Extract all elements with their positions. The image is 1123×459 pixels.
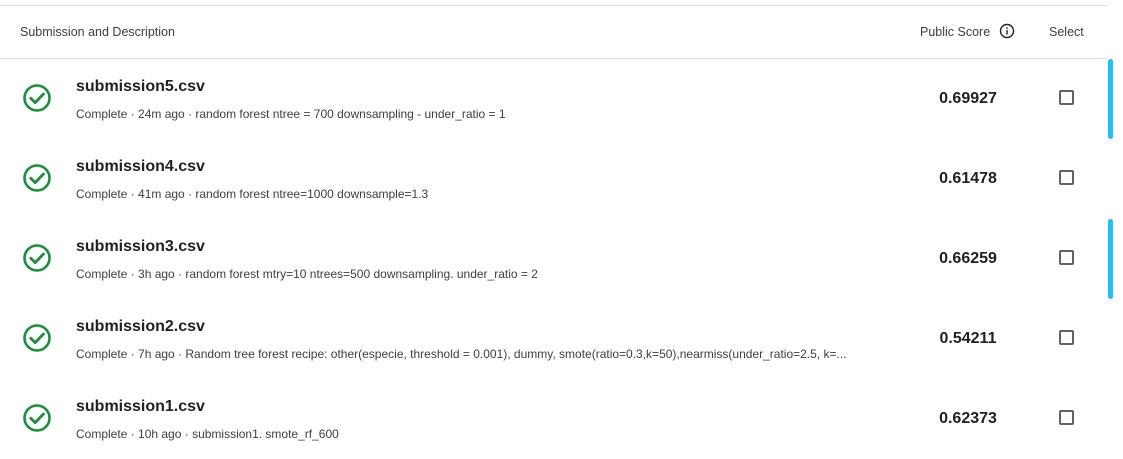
table-header: Submission and Description Public Score … [0, 6, 1108, 59]
select-checkbox[interactable] [1059, 250, 1074, 265]
select-checkbox[interactable] [1059, 330, 1074, 345]
submission-meta: Complete · 7h ago · Random tree forest r… [76, 347, 847, 361]
table-row[interactable]: submission3.csv Complete · 3h ago · rand… [0, 219, 1108, 299]
public-score: 0.66259 [939, 250, 997, 267]
public-score: 0.62373 [939, 410, 997, 427]
table-row[interactable]: submission5.csv Complete · 24m ago · ran… [0, 59, 1108, 139]
check-circle-icon [23, 404, 51, 432]
public-score: 0.54211 [939, 330, 997, 347]
check-circle-icon [23, 244, 51, 272]
submission-filename[interactable]: submission4.csv [76, 158, 205, 176]
select-checkbox[interactable] [1059, 410, 1074, 425]
submission-filename[interactable]: submission5.csv [76, 78, 205, 96]
submission-meta: Complete · 41m ago · random forest ntree… [76, 187, 429, 201]
header-public-score: Public Score [920, 25, 991, 39]
header-description: Submission and Description [20, 25, 175, 39]
submission-meta: Complete · 10h ago · submission1. smote_… [76, 427, 339, 441]
check-circle-icon [23, 84, 51, 112]
public-score: 0.69927 [939, 90, 997, 107]
row-highlight-marker [1108, 219, 1113, 299]
header-select: Select [1049, 25, 1084, 39]
select-checkbox[interactable] [1059, 170, 1074, 185]
info-icon[interactable] [999, 23, 1015, 39]
check-circle-icon [23, 324, 51, 352]
public-score: 0.61478 [939, 170, 997, 187]
table-row[interactable]: submission2.csv Complete · 7h ago · Rand… [0, 299, 1108, 379]
submission-filename[interactable]: submission2.csv [76, 318, 205, 336]
submission-meta: Complete · 24m ago · random forest ntree… [76, 107, 506, 121]
submissions-panel: Submission and Description Public Score … [0, 0, 1123, 459]
check-circle-icon [23, 164, 51, 192]
row-highlight-marker [1108, 59, 1113, 139]
submission-filename[interactable]: submission3.csv [76, 238, 205, 256]
submission-filename[interactable]: submission1.csv [76, 398, 205, 416]
select-checkbox[interactable] [1059, 90, 1074, 105]
table-row[interactable]: submission4.csv Complete · 41m ago · ran… [0, 139, 1108, 219]
table-row[interactable]: submission1.csv Complete · 10h ago · sub… [0, 379, 1108, 459]
submission-meta: Complete · 3h ago · random forest mtry=1… [76, 267, 538, 281]
